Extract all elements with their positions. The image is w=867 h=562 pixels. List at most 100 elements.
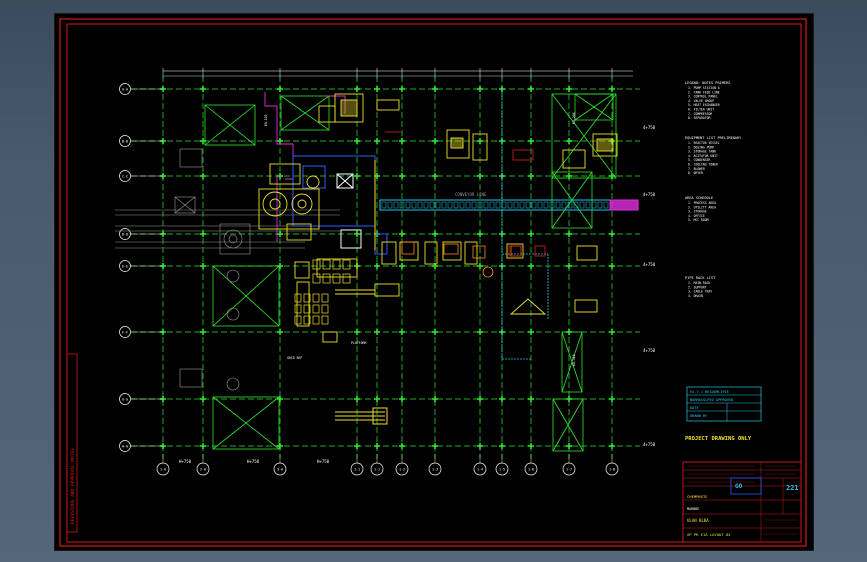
- conveyor-segment: [579, 201, 585, 209]
- grid-bubble-col-label: 1-1: [374, 468, 380, 472]
- equipment-cell: [312, 304, 320, 314]
- elev-label-1: H+750: [179, 459, 192, 464]
- notes-block-title: AREA SCHEDULE: [685, 196, 713, 200]
- title-block-logo: GO: [735, 483, 743, 490]
- equipment-cell: [294, 315, 302, 325]
- svg-text:PLATFORM: PLATFORM: [351, 341, 366, 345]
- grid-bubbles-left: A-A B-B C-C D-D E-E F-F G-G H-H: [119, 83, 163, 452]
- conveyor-segment: [381, 201, 387, 209]
- grid-bubble-col-label: 1-6: [528, 468, 534, 472]
- conveyor-segment: [483, 201, 489, 209]
- central-equipment-block: [292, 155, 388, 255]
- equipment-cell: [321, 315, 329, 325]
- equipment-cell: [294, 293, 302, 303]
- conveyor-segment: [519, 201, 525, 209]
- grid-bubble-col-label: 1-A: [160, 468, 166, 472]
- floor-plan-drawing: REVISIONS AND APPROVAL NOTES A-A B-B C-C D-…: [59, 18, 807, 547]
- grid-bubble-col-label: 1-5: [499, 468, 505, 472]
- svg-text:EQ-310: EQ-310: [572, 354, 576, 366]
- svg-text:EQ-101: EQ-101: [264, 114, 268, 126]
- conveyor-segment: [561, 201, 567, 209]
- grid-bubble-col-label: 2-A: [200, 468, 206, 472]
- notes-line: 8. SEPARATOR: [688, 116, 710, 120]
- grid-lines-vertical: [160, 76, 615, 459]
- conveyor-label: CONVEYOR LINE: [455, 192, 487, 197]
- conveyor-pipe-rack: [379, 199, 639, 211]
- conveyor-segment: [555, 201, 561, 209]
- svg-text:EQ-204: EQ-204: [572, 112, 576, 124]
- title-block-code: 221: [786, 484, 799, 492]
- grid-bubble-col-label: 1-7: [566, 468, 572, 472]
- equipment-cell: [321, 293, 329, 303]
- grid-level-label: 4+750: [643, 125, 656, 130]
- grid-bubble-row-label: E-E: [122, 265, 128, 269]
- conveyor-segment: [447, 201, 453, 209]
- conveyor-segment: [387, 201, 393, 209]
- conveyor-segment: [429, 201, 435, 209]
- grid-bubble-row-label: A-A: [122, 88, 128, 92]
- grid-bubbles-bottom: 1-A 2-A 3-A 1-1 1-1 1-2 1-3 1-4 1-5 1-6 1-7 1-8: [156, 454, 619, 476]
- pump-skids: [401, 241, 522, 278]
- notes-line: 4. DRAIN: [688, 294, 703, 298]
- conveyor-segment: [513, 201, 519, 209]
- conveyor-segment: [453, 201, 459, 209]
- conveyor-segment: [393, 201, 399, 209]
- utility-pipes: [501, 89, 549, 360]
- conveyor-segment: [411, 201, 417, 209]
- approval-row-1: Ex.r.1 BEIDEMLIPIE: [690, 390, 729, 394]
- grid-bubble-col-label: 1-4: [477, 468, 483, 472]
- equipment-cell: [294, 304, 302, 314]
- equipment-cell: [312, 273, 321, 284]
- conveyor-segment: [471, 201, 477, 209]
- notes-line: 5. MCC ROOM: [688, 218, 709, 222]
- grid-bubble-col-label: 3-A: [277, 468, 283, 472]
- grid-bubble-row-label: D-D: [122, 233, 128, 237]
- project-drawing-note: PROJECT DRAWING ONLY: [685, 436, 752, 442]
- equipment-array: [294, 259, 351, 325]
- grid-lines-horizontal: [131, 88, 640, 447]
- conveyor-segment: [405, 201, 411, 209]
- structural-bays: [204, 93, 617, 452]
- grid-bubble-col-label: 1-8: [609, 468, 615, 472]
- notes-line: 8. DRYER: [688, 171, 703, 175]
- conveyor-segment: [417, 201, 423, 209]
- title-block-company: CHEMPNSTE: [687, 494, 708, 499]
- equipment-cell: [332, 273, 341, 284]
- conveyor-segment: [435, 201, 441, 209]
- equipment-cell: [342, 259, 351, 270]
- grid-bubble-col-label: 1-2: [399, 468, 405, 472]
- grid-level-label: 4+750: [643, 442, 656, 447]
- approval-box: Ex.r.1 BEIDEMLIPIE NORMASSLPEO APPROVED …: [686, 386, 762, 422]
- conveyor-segment: [459, 201, 465, 209]
- revision-strip-label: REVISIONS AND APPROVAL NOTES: [70, 448, 76, 524]
- conveyor-segment: [423, 201, 429, 209]
- grid-bubble-row-label: F-F: [122, 331, 128, 335]
- conveyor-segment: [591, 201, 597, 209]
- grid-labels-right: 4+750 4+750 4+750 4+750 4+750: [643, 125, 656, 447]
- grid-level-label: 4+750: [643, 262, 656, 267]
- approval-row-4: DRAWN BY: [690, 414, 708, 418]
- conveyor-segment: [489, 201, 495, 209]
- conveyor-segment: [525, 201, 531, 209]
- equipment-cell: [342, 273, 351, 284]
- conveyor-segment: [537, 201, 543, 209]
- grid-bubble-col-label: 1-1: [354, 468, 360, 472]
- approval-row-2: NORMASSLPEO APPROVED: [690, 398, 733, 402]
- equipment-cell: [322, 259, 331, 270]
- elev-label-3: H+750: [317, 459, 330, 464]
- equipment-cell: [321, 304, 329, 314]
- equipment-cell: [322, 273, 331, 284]
- grid-bubble-row-label: C-C: [122, 175, 128, 179]
- existing-structures: [115, 148, 340, 391]
- equipment-cell: [312, 315, 320, 325]
- svg-text:GRID REF: GRID REF: [287, 356, 302, 360]
- conveyor-segment: [603, 201, 609, 209]
- conveyor-segment: [495, 201, 501, 209]
- conveyor-segment: [465, 201, 471, 209]
- cad-viewport[interactable]: REVISIONS AND APPROVAL NOTES A-A B-B C-C D-…: [54, 13, 814, 551]
- title-block-drawing-name: ULAN BLBA: [687, 518, 709, 523]
- access-stairs: [335, 160, 388, 425]
- notes-block-title: PIPE RACK LIST: [685, 276, 716, 280]
- conveyor-segment: [597, 201, 603, 209]
- grid-bubble-col-label: 1-3: [432, 468, 438, 472]
